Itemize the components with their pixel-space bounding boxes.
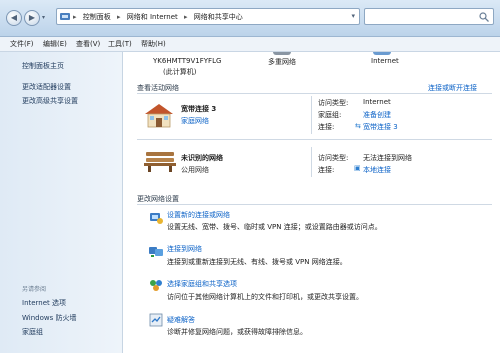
network2-access-value: 无法连接到网络: [363, 154, 412, 162]
see-also-heading: 另请参阅: [22, 286, 47, 293]
change-advanced-sharing-link[interactable]: 更改高级共享设置: [22, 96, 78, 106]
pc-subtitle: (此计算机): [163, 68, 197, 76]
network1-name: 宽带连接 3: [181, 105, 217, 113]
public-network-bench-icon: [144, 152, 176, 172]
network2-connection-key: 连接:: [318, 166, 335, 174]
setup-new-connection-link[interactable]: 设置新的连接或网络: [167, 210, 230, 220]
menu-tools[interactable]: 工具(T): [108, 39, 132, 49]
search-icon: [479, 12, 489, 22]
connect-to-network-link[interactable]: 连接到网络: [167, 244, 202, 254]
internet-label: Internet: [371, 57, 399, 65]
change-settings-heading: 更改网络设置: [137, 195, 179, 203]
network1-connection-link[interactable]: 宽带连接 3: [363, 122, 398, 132]
pc-name: YK6HMTT9V1FYFLG: [153, 57, 222, 65]
connect-network-icon: [149, 247, 163, 257]
network1-homegroup-key: 家庭组:: [318, 111, 342, 119]
menu-view[interactable]: 查看(V): [76, 39, 100, 49]
main-pane: YK6HMTT9V1FYFLG (此计算机) 多重网络 Internet 查看活…: [123, 52, 500, 353]
control-panel-home-link[interactable]: 控制面板主页: [22, 61, 64, 71]
control-panel-icon: [60, 13, 70, 20]
active-networks-heading: 查看活动网络: [137, 84, 179, 92]
homegroup-sharing-icon: [150, 280, 162, 291]
windows-firewall-link[interactable]: Windows 防火墙: [22, 313, 76, 323]
new-connection-icon: [150, 213, 163, 224]
network1-connection-key: 连接:: [318, 123, 335, 131]
troubleshoot-desc: 诊断并修复网络问题，或获得故障排除信息。: [167, 328, 307, 336]
local-connection-icon: ▣: [354, 164, 361, 172]
multiple-networks-label: 多重网络: [268, 58, 296, 66]
address-dropdown-icon[interactable]: ▾: [351, 12, 355, 20]
homegroup-sharing-desc: 访问位于其他网络计算机上的文件和打印机，或更改共享设置。: [167, 293, 363, 301]
network2-connection-link[interactable]: 本地连接: [363, 165, 391, 175]
breadcrumb-control-panel[interactable]: 控制面板: [83, 13, 111, 21]
search-box[interactable]: [364, 8, 494, 25]
back-button[interactable]: ◀: [6, 10, 22, 26]
left-pane: 控制面板主页 更改适配器设置 更改高级共享设置 另请参阅 Internet 选项…: [0, 52, 123, 353]
network1-homegroup-link[interactable]: 准备创建: [363, 110, 391, 120]
title-bar: ◀ ▶ ▾ ▸ 控制面板 ▸ 网络和 Internet ▸ 网络和共享中心 ▾: [0, 0, 500, 37]
troubleshoot-link[interactable]: 疑难解答: [167, 315, 195, 325]
forward-button[interactable]: ▶: [24, 10, 40, 26]
network1-access-value: Internet: [363, 98, 391, 106]
network2-access-key: 访问类型:: [318, 154, 349, 162]
menu-bar: 文件(F) 编辑(E) 查看(V) 工具(T) 帮助(H): [0, 37, 500, 52]
address-bar[interactable]: ▸ 控制面板 ▸ 网络和 Internet ▸ 网络和共享中心 ▾: [56, 8, 360, 25]
recent-pages-chevron-icon[interactable]: ▾: [42, 14, 45, 21]
network1-access-key: 访问类型:: [318, 99, 349, 107]
menu-edit[interactable]: 编辑(E): [43, 39, 67, 49]
breadcrumb-network-internet[interactable]: 网络和 Internet: [127, 13, 178, 21]
change-adapter-settings-link[interactable]: 更改适配器设置: [22, 82, 71, 92]
internet-globe-icon: [373, 52, 391, 55]
network2-name: 未识别的网络: [181, 154, 223, 162]
network2-type[interactable]: 公用网络: [181, 165, 209, 175]
home-network-icon: [145, 104, 173, 128]
setup-new-connection-desc: 设置无线、宽带、拨号、临时或 VPN 连接；或设置路由器或访问点。: [167, 223, 382, 231]
homegroup-sharing-link[interactable]: 选择家庭组和共享选项: [167, 279, 237, 289]
network-map-icon: [273, 52, 291, 55]
connect-disconnect-link[interactable]: 连接或断开连接: [428, 83, 477, 93]
breadcrumb-network-sharing-center[interactable]: 网络和共享中心: [194, 13, 243, 21]
network1-type-link[interactable]: 家庭网络: [181, 116, 209, 126]
dialup-connection-icon: ⇆: [355, 122, 361, 130]
internet-options-link[interactable]: Internet 选项: [22, 298, 66, 308]
troubleshoot-icon: [149, 313, 163, 327]
menu-file[interactable]: 文件(F): [10, 39, 34, 49]
homegroup-link[interactable]: 家庭组: [22, 327, 43, 337]
connect-to-network-desc: 连接到或重新连接到无线、有线、拨号或 VPN 网络连接。: [167, 258, 347, 266]
menu-help[interactable]: 帮助(H): [141, 39, 166, 49]
